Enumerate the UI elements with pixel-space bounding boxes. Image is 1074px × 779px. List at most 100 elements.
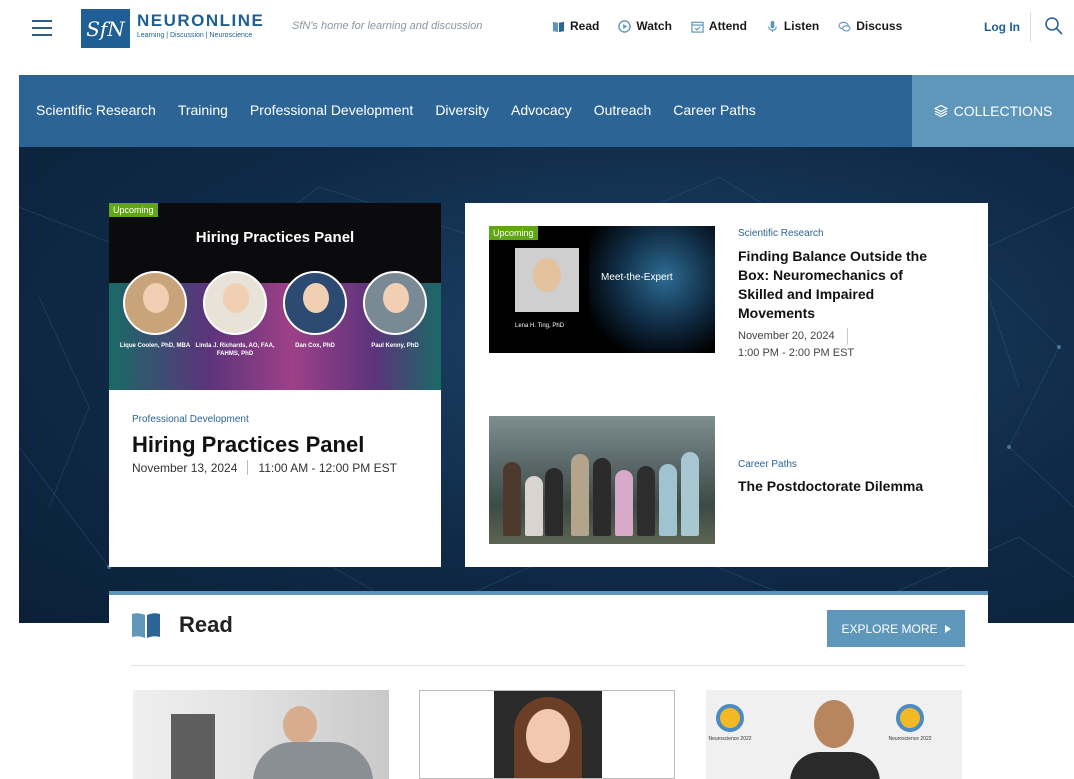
collections-button[interactable]: COLLECTIONS — [912, 75, 1074, 147]
featured-category[interactable]: Professional Development — [132, 414, 422, 425]
read-thumbnail[interactable] — [133, 690, 389, 779]
featured-image-title: Hiring Practices Panel — [195, 229, 355, 246]
panelist-photo — [203, 271, 267, 335]
nav-watch[interactable]: Watch — [618, 19, 672, 33]
panelist-name: Lique Coolen, PhD, MBA — [119, 343, 191, 349]
event-logo-text: Neuroscience 2022 — [708, 736, 752, 742]
panelist-photo — [123, 271, 187, 335]
site-header: SfN NEURONLINE Learning | Discussion | N… — [0, 0, 1074, 75]
article-title[interactable]: The Postdoctorate Dilemma — [738, 478, 948, 494]
panelist-photo — [283, 271, 347, 335]
group-photo-person — [615, 470, 633, 536]
nav-watch-label: Watch — [636, 19, 672, 33]
sfn-logo[interactable]: SfN — [81, 9, 130, 48]
article-image[interactable]: Meet-the-Expert Lena H. Ting, PhD Upcomi… — [489, 226, 715, 353]
article-category[interactable]: Career Paths — [738, 459, 948, 470]
microphone-icon — [768, 20, 777, 32]
category-advocacy[interactable]: Advocacy — [511, 102, 572, 118]
book-icon — [552, 21, 565, 32]
brand-name: NEURONLINE — [137, 11, 265, 30]
meta-divider — [247, 460, 249, 475]
login-link[interactable]: Log In — [984, 20, 1020, 34]
category-career-paths[interactable]: Career Paths — [673, 102, 755, 118]
category-diversity[interactable]: Diversity — [435, 102, 489, 118]
group-photo-person — [659, 464, 677, 536]
category-training[interactable]: Training — [178, 102, 228, 118]
nav-discuss[interactable]: Discuss — [838, 19, 902, 33]
meet-the-expert-text: Meet-the-Expert — [601, 272, 673, 283]
explore-more-label: EXPLORE MORE — [841, 621, 938, 636]
article-date: November 20, 2024 — [738, 327, 848, 345]
tagline: SfN's home for learning and discussion — [292, 20, 483, 32]
featured-event-body: Professional Development Hiring Practice… — [132, 414, 422, 475]
side-articles-card: Meet-the-Expert Lena H. Ting, PhD Upcomi… — [465, 203, 988, 567]
network-graphic — [589, 226, 715, 353]
play-icon — [618, 19, 632, 33]
article-text: Career Paths The Postdoctorate Dilemma — [738, 459, 948, 494]
group-photo-person — [571, 454, 589, 536]
featured-date: November 13, 2024 — [132, 460, 238, 475]
nav-listen[interactable]: Listen — [766, 19, 819, 33]
event-logo — [896, 704, 924, 732]
category-nav: Scientific Research Training Professiona… — [19, 75, 1074, 147]
panelist-name: Paul Kenny, PhD — [371, 343, 419, 349]
article-category[interactable]: Scientific Research — [738, 228, 948, 239]
speaker-photo — [515, 248, 579, 312]
section-divider — [131, 665, 965, 666]
brand-subtitle: Learning | Discussion | Neuroscience — [137, 32, 253, 39]
panelist-name: Dan Cox, PhD — [295, 343, 335, 349]
category-professional-development[interactable]: Professional Development — [250, 102, 413, 118]
article-title[interactable]: Finding Balance Outside the Box: Neurome… — [738, 247, 948, 323]
layers-icon — [933, 104, 948, 118]
event-logo-text: Neuroscience 2022 — [888, 736, 932, 742]
upcoming-badge: Upcoming — [109, 203, 158, 217]
nav-attend[interactable]: Attend — [691, 19, 747, 33]
read-thumbnail[interactable]: Neuroscience 2022 Neuroscience 2022 — [706, 690, 962, 779]
calendar-icon — [691, 21, 704, 33]
group-photo-person — [525, 476, 543, 536]
read-header: Read — [131, 611, 233, 639]
featured-title[interactable]: Hiring Practices Panel — [132, 434, 422, 456]
category-scientific-research[interactable]: Scientific Research — [36, 102, 156, 118]
read-title: Read — [179, 612, 233, 637]
collections-label: COLLECTIONS — [953, 103, 1053, 119]
featured-meta: November 13, 2024 11:00 AM - 12:00 PM ES… — [132, 460, 422, 475]
read-thumbnail[interactable] — [419, 690, 675, 779]
group-photo-person — [681, 452, 699, 536]
article-time: 1:00 PM - 2:00 PM EST — [738, 346, 855, 359]
nav-read[interactable]: Read — [552, 19, 599, 33]
nav-discuss-label: Discuss — [856, 19, 903, 33]
top-nav: Read Watch Attend Listen Discuss — [552, 19, 902, 33]
group-photo-person — [503, 462, 521, 536]
nav-attend-label: Attend — [708, 19, 747, 33]
upcoming-badge: Upcoming — [489, 226, 538, 240]
speaker-caption: Lena H. Ting, PhD — [515, 323, 565, 329]
chat-icon — [838, 21, 851, 32]
menu-icon[interactable] — [32, 20, 52, 36]
panelist-name: Linda J. Richards, AO, FAA, FAHMS, PhD — [195, 343, 275, 357]
book-icon — [132, 613, 160, 638]
group-photo-person — [637, 466, 655, 536]
person-face — [814, 700, 854, 748]
article-text: Scientific Research Finding Balance Outs… — [738, 228, 948, 362]
person-face — [283, 706, 317, 744]
featured-time: 11:00 AM - 12:00 PM EST — [258, 460, 397, 475]
header-divider — [1030, 12, 1031, 42]
read-section: Read EXPLORE MORE Neuroscience 2022 Neur… — [109, 591, 988, 779]
explore-more-button[interactable]: EXPLORE MORE — [827, 610, 965, 647]
person-body — [253, 742, 373, 779]
caret-right-icon — [944, 624, 951, 633]
category-outreach[interactable]: Outreach — [594, 102, 652, 118]
featured-event-image[interactable]: Hiring Practices Panel Lique Coolen, PhD… — [109, 203, 441, 390]
nav-listen-label: Listen — [783, 19, 820, 33]
search-icon[interactable] — [1044, 16, 1064, 36]
event-logo — [716, 704, 744, 732]
article-meta: November 20, 2024 1:00 PM - 2:00 PM EST — [738, 327, 948, 362]
featured-event-card[interactable]: Hiring Practices Panel Lique Coolen, PhD… — [109, 203, 441, 567]
portrait-face — [526, 709, 570, 763]
neuronline-logo[interactable]: NEURONLINE Learning | Discussion | Neuro… — [137, 11, 264, 39]
group-photo-person — [545, 468, 563, 536]
lab-equipment — [171, 714, 215, 779]
article-image[interactable] — [489, 416, 715, 544]
nav-read-label: Read — [570, 19, 600, 33]
